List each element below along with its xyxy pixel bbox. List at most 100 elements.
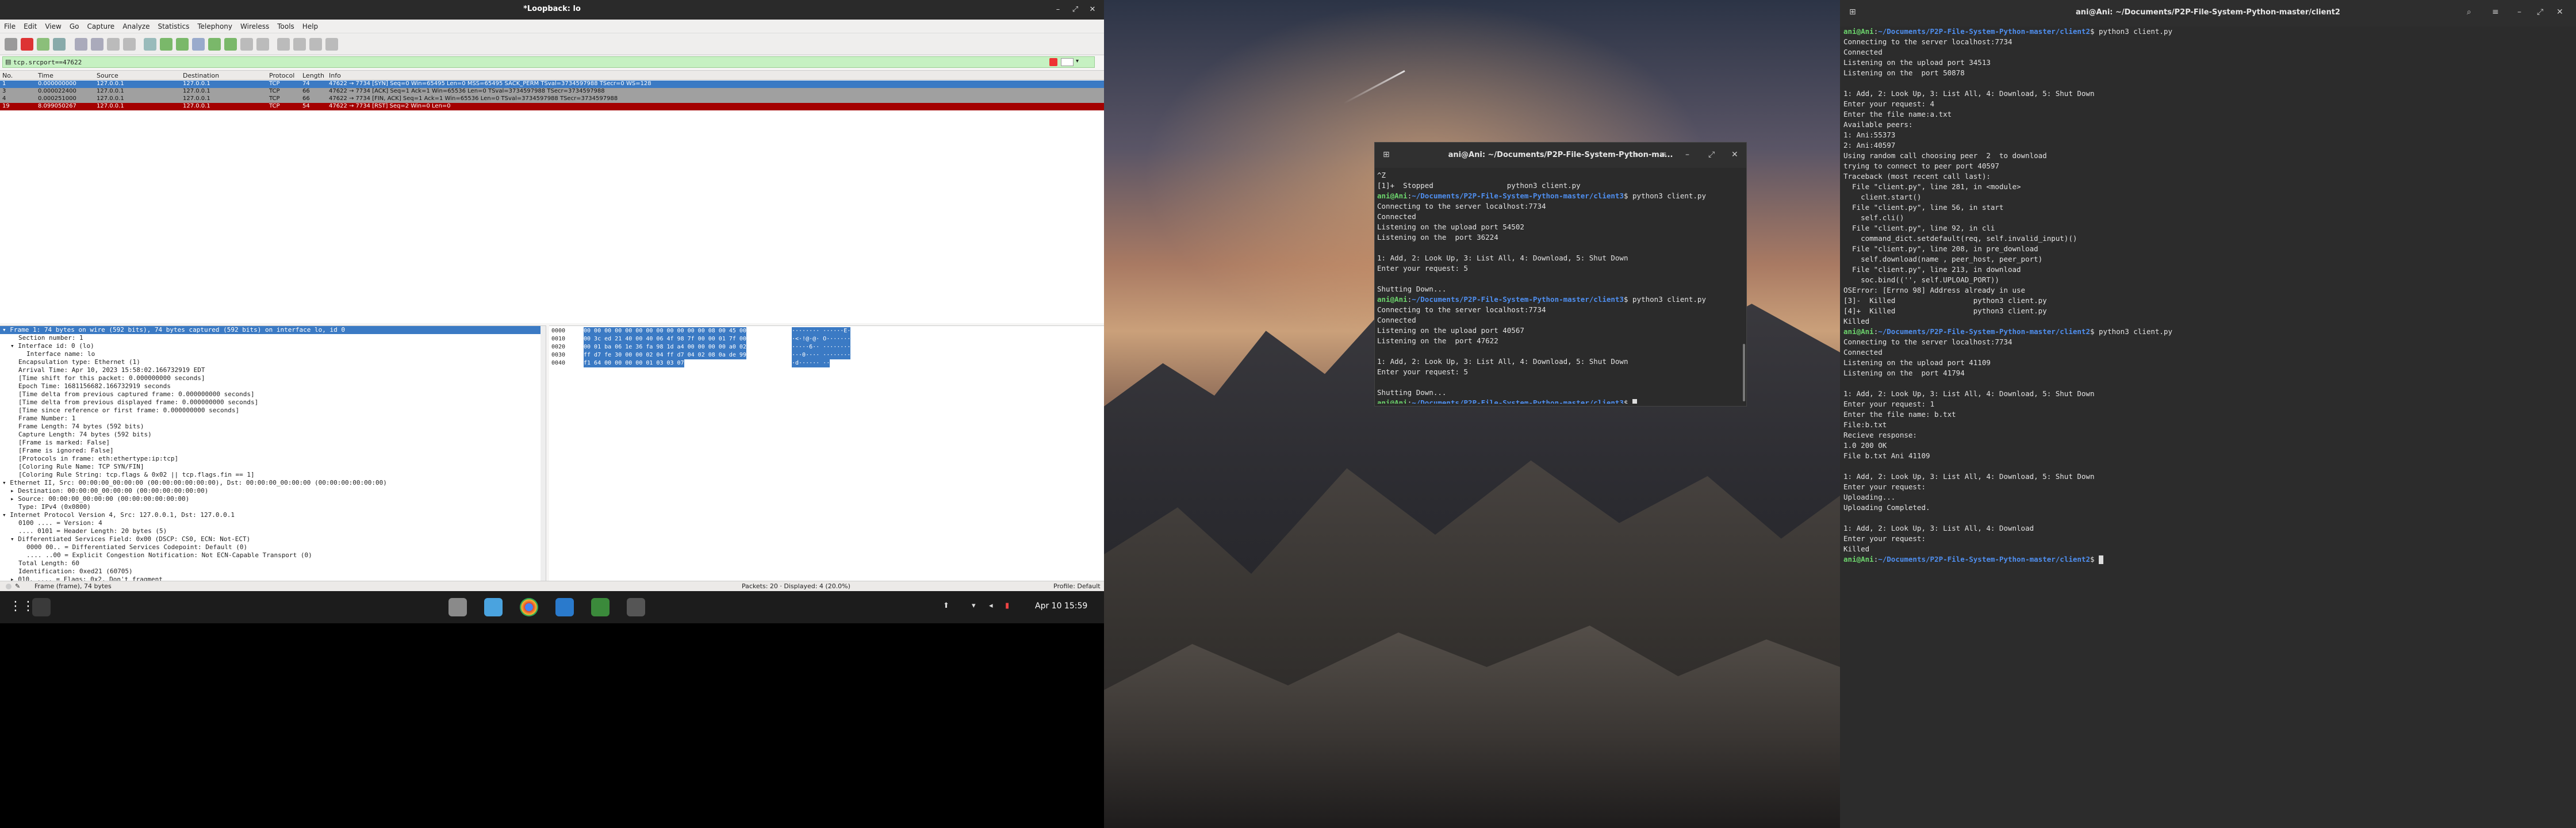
minimize-icon[interactable]: – <box>1685 150 1689 159</box>
close-icon[interactable]: ✕ <box>1731 150 1738 159</box>
menu-help[interactable]: Help <box>298 20 322 30</box>
detail-tree-item[interactable]: .... 0101 = Header Length: 20 bytes (5) <box>18 527 167 535</box>
detail-tree-item[interactable]: ▾ Internet Protocol Version 4, Src: 127.… <box>2 511 235 519</box>
column-header-info[interactable]: Info <box>329 72 341 79</box>
detail-tree-item[interactable]: Interface name: lo <box>26 350 95 358</box>
hex-bytes[interactable]: 00 00 00 00 00 00 00 00 00 00 00 00 08 0… <box>584 327 746 335</box>
terminal-output[interactable]: ani@Ani:~/Documents/P2P-File-System-Pyth… <box>1843 26 2570 826</box>
menu-edit[interactable]: Edit <box>20 20 41 30</box>
column-header-protocol[interactable]: Protocol <box>269 72 294 79</box>
terminal-scrollbar[interactable] <box>1743 344 1745 401</box>
upload-icon[interactable]: ⬆ <box>943 601 949 610</box>
zoom-in-icon[interactable] <box>277 38 290 51</box>
packet-row[interactable]: 19 8.099050267 127.0.0.1 127.0.0.1 TCP 54 4762… <box>0 103 1104 110</box>
detail-tree-item[interactable]: ▾ Ethernet II, Src: 00:00:00_00:00:00 (0… <box>2 479 387 487</box>
hex-offset[interactable]: 0020 <box>551 343 565 351</box>
detail-tree-item[interactable]: Section number: 1 <box>18 334 83 342</box>
hex-ascii[interactable]: ·····6·· ········ <box>792 343 851 351</box>
terminal-icon[interactable] <box>627 598 645 616</box>
detail-tree-item[interactable]: 0000 00.. = Differentiated Services Code… <box>26 543 247 551</box>
packet-row[interactable]: 3 0.000022400 127.0.0.1 127.0.0.1 TCP 66 47622… <box>0 88 1104 95</box>
terminal-window-client2[interactable]: ⊞ ani@Ani: ~/Documents/P2P-File-System-P… <box>1840 0 2576 828</box>
menu-analyze[interactable]: Analyze <box>118 20 154 30</box>
detail-tree-item[interactable]: ▾ Interface id: 0 (lo) <box>10 342 94 350</box>
app-grid-icon[interactable]: ⋮⋮ <box>9 599 34 614</box>
edit-comment-icon[interactable]: ✎ <box>15 582 20 590</box>
taskbar-clock[interactable]: Apr 10 15:59 <box>1035 601 1087 611</box>
hex-offset[interactable]: 0030 <box>551 351 565 359</box>
hex-offset[interactable]: 0000 <box>551 327 565 335</box>
capture-options-icon[interactable] <box>53 38 66 51</box>
hex-bytes[interactable]: f1 64 00 00 00 00 01 03 03 07 <box>584 359 684 367</box>
column-header-time[interactable]: Time <box>38 72 53 79</box>
column-header-length[interactable]: Length <box>302 72 324 79</box>
menu-capture[interactable]: Capture <box>83 20 118 30</box>
detail-tree-item[interactable]: [Protocols in frame: eth:ethertype:ip:tc… <box>18 455 178 463</box>
filter-dropdown-icon[interactable]: ▾ <box>1076 58 1079 64</box>
autoscroll-icon[interactable] <box>240 38 253 51</box>
detail-tree-item[interactable]: .... ..00 = Explicit Congestion Notifica… <box>26 551 312 559</box>
hex-ascii[interactable]: ···0···· ········ <box>792 351 851 359</box>
detail-tree-item[interactable]: [Time since reference or first frame: 0.… <box>18 407 239 415</box>
go-back-icon[interactable] <box>160 38 172 51</box>
menu-icon[interactable]: ≡ <box>2492 7 2499 17</box>
maximize-icon[interactable]: ⤢ <box>1070 5 1081 14</box>
display-filter-bar[interactable]: ▤ tcp.srcport==47622 ▾ <box>2 56 1095 68</box>
detail-tree-item[interactable]: Identification: 0xed21 (60705) <box>18 568 133 576</box>
wireshark-icon[interactable] <box>591 598 610 616</box>
detail-tree-item[interactable]: Capture Length: 74 bytes (592 bits) <box>18 431 152 439</box>
apply-filter-icon[interactable] <box>1061 58 1074 66</box>
show-desktop-icon[interactable] <box>32 598 51 616</box>
detail-tree-item[interactable]: [Frame is ignored: False] <box>18 447 114 455</box>
detail-tree-item[interactable]: 0100 .... = Version: 4 <box>18 519 102 527</box>
hex-ascii[interactable]: ········ ······E· <box>792 327 851 335</box>
detail-tree-item[interactable]: [Time delta from previous displayed fram… <box>18 398 258 407</box>
hex-bytes[interactable]: ff d7 fe 30 00 00 02 04 ff d7 04 02 08 0… <box>584 351 746 359</box>
detail-tree-item[interactable]: [Time shift for this packet: 0.000000000… <box>18 374 205 382</box>
detail-tree-item[interactable]: [Coloring Rule String: tcp.flags & 0x02 … <box>18 471 255 479</box>
hex-bytes[interactable]: 00 3c ed 21 40 00 40 06 4f 98 7f 00 00 0… <box>584 335 746 343</box>
zoom-out-icon[interactable] <box>293 38 306 51</box>
menu-telephony[interactable]: Telephony <box>193 20 236 30</box>
detail-tree-item[interactable]: Type: IPv4 (0x0800) <box>18 503 91 511</box>
maximize-icon[interactable]: ⤢ <box>2537 7 2543 17</box>
vscode-icon[interactable] <box>555 598 574 616</box>
close-file-icon[interactable] <box>107 38 120 51</box>
last-packet-icon[interactable] <box>224 38 237 51</box>
maximize-icon[interactable]: ⤢ <box>1708 150 1715 159</box>
file-manager-icon[interactable] <box>448 598 467 616</box>
reload-icon[interactable] <box>123 38 136 51</box>
packet-row[interactable]: 1 0.000000000 127.0.0.1 127.0.0.1 TCP 74 47622… <box>0 80 1104 88</box>
software-store-icon[interactable] <box>484 598 503 616</box>
detail-tree-item[interactable]: Encapsulation type: Ethernet (1) <box>18 358 140 366</box>
minimize-icon[interactable]: – <box>2517 7 2521 17</box>
details-scrollbar[interactable] <box>540 326 546 581</box>
clear-filter-icon[interactable] <box>1049 58 1057 66</box>
first-packet-icon[interactable] <box>208 38 221 51</box>
detail-tree-item[interactable]: ▾ Differentiated Services Field: 0x00 (D… <box>10 535 250 543</box>
menu-icon[interactable]: ≡ <box>1660 150 1667 159</box>
go-forward-icon[interactable] <box>176 38 189 51</box>
hex-bytes[interactable]: 00 01 ba 06 1e 36 fa 98 1d a4 00 00 00 0… <box>584 343 746 351</box>
detail-tree-item[interactable]: ▸ Destination: 00:00:00_00:00:00 (00:00:… <box>10 487 208 495</box>
find-packet-icon[interactable] <box>144 38 156 51</box>
detail-tree-item[interactable]: Frame Number: 1 <box>18 415 75 423</box>
detail-tree-item[interactable]: Arrival Time: Apr 10, 2023 15:58:02.1667… <box>18 366 205 374</box>
hex-offset[interactable]: 0010 <box>551 335 565 343</box>
detail-tree-item[interactable]: Frame Length: 74 bytes (592 bits) <box>18 423 144 431</box>
column-header-source[interactable]: Source <box>97 72 118 79</box>
colorize-icon[interactable] <box>256 38 269 51</box>
chrome-icon[interactable] <box>520 598 538 616</box>
detail-tree-item[interactable]: ▸ Source: 00:00:00_00:00:00 (00:00:00:00… <box>10 495 189 503</box>
menu-file[interactable]: File <box>0 20 20 30</box>
hex-offset[interactable]: 0040 <box>551 359 565 367</box>
go-to-packet-icon[interactable] <box>192 38 205 51</box>
detail-tree-item[interactable]: ▸ 010. .... = Flags: 0x2, Don't fragment <box>10 576 163 581</box>
zoom-reset-icon[interactable] <box>309 38 322 51</box>
stop-capture-icon[interactable] <box>21 38 33 51</box>
display-filter-input[interactable]: tcp.srcport==47622 <box>13 59 82 66</box>
bookmark-icon[interactable]: ▤ <box>5 58 11 66</box>
close-icon[interactable]: ✕ <box>2556 7 2563 17</box>
open-file-icon[interactable] <box>75 38 87 51</box>
menu-view[interactable]: View <box>41 20 65 30</box>
